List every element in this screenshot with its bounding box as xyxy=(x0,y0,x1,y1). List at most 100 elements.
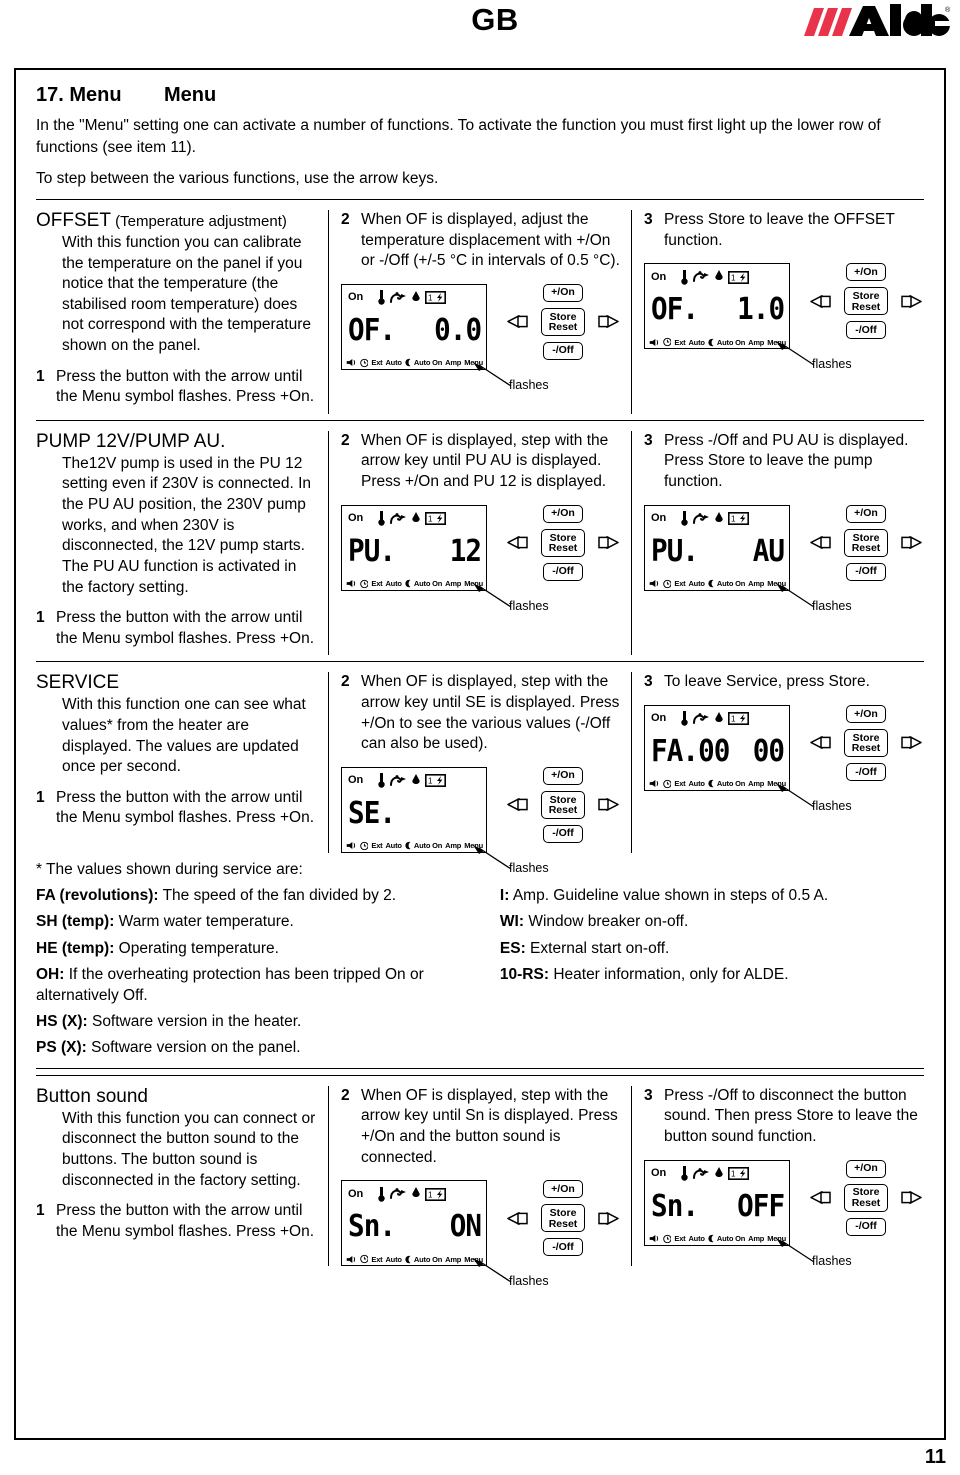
plus-on-button[interactable]: +/On xyxy=(846,504,886,523)
battery-icon: 1 xyxy=(425,512,447,526)
plus-on-button[interactable]: +/On xyxy=(543,766,583,785)
arrow-right-button[interactable] xyxy=(890,289,932,314)
value-code: 10-RS: xyxy=(499,965,550,983)
plus-on-button[interactable]: +/On xyxy=(543,283,583,302)
minus-off-button[interactable]: -/Off xyxy=(846,562,886,581)
minus-off-button[interactable]: -/Off xyxy=(543,562,583,581)
section-offset-column-3: 3 Press Store to leave the OFFSET functi… xyxy=(631,210,932,414)
lcd-status-row: On 1 xyxy=(342,1181,486,1203)
intro-block: 17. Menu Menu In the "Menu" setting one … xyxy=(16,70,944,190)
flame-icon xyxy=(412,511,421,522)
step-text: Press -/Off to disconnect the button sou… xyxy=(664,1086,918,1145)
value-text: If the overheating protection has been t… xyxy=(36,965,424,1004)
page-title: 17. Menu Menu xyxy=(36,84,924,107)
step-number: 3 xyxy=(644,673,653,691)
arrow-right-button[interactable] xyxy=(587,309,629,334)
store-reset-button[interactable]: Store Reset xyxy=(541,1204,585,1233)
arrow-left-button[interactable] xyxy=(800,289,842,314)
arrow-right-icon xyxy=(598,798,619,812)
minus-off-button[interactable]: -/Off xyxy=(846,1217,886,1236)
store-reset-button[interactable]: Store Reset xyxy=(844,528,888,557)
plus-on-button[interactable]: +/On xyxy=(846,1159,886,1178)
lcd-left-value: FA.00 xyxy=(651,733,730,769)
arrow-right-button[interactable] xyxy=(587,1206,629,1231)
step-text: When OF is displayed, step with the arro… xyxy=(361,431,609,491)
lcd-icon-row: 1 xyxy=(680,269,750,285)
section-service-description: With this function one can see what valu… xyxy=(62,696,306,776)
lcd-icon-row: 1 xyxy=(377,773,447,788)
lcd-right-value: AU xyxy=(752,533,785,569)
arrow-left-icon xyxy=(507,315,528,329)
store-reset-button[interactable]: Store Reset xyxy=(541,307,585,336)
minus-off-button[interactable]: -/Off xyxy=(846,762,886,781)
store-reset-button[interactable]: Store Reset xyxy=(541,790,585,819)
store-reset-button[interactable]: Store Reset xyxy=(541,528,585,557)
arrow-left-button[interactable] xyxy=(497,309,539,334)
plus-on-button[interactable]: +/On xyxy=(543,1180,583,1199)
plus-on-button[interactable]: +/On xyxy=(846,704,886,723)
store-label: Store Reset xyxy=(548,310,578,334)
keypad-illustration: +/On Store Reset -/Off xyxy=(800,1159,932,1244)
content-frame: 17. Menu Menu In the "Menu" setting one … xyxy=(14,68,946,1440)
lcd-indicator-row: Ext Auto Auto On Amp Menu xyxy=(645,1234,789,1244)
thermometer-icon xyxy=(681,511,688,526)
lcd-left-value: PU. xyxy=(651,533,699,569)
arrow-right-button[interactable] xyxy=(890,1185,932,1210)
arrow-left-icon xyxy=(507,536,528,550)
arrow-left-button[interactable] xyxy=(800,530,842,555)
value-definition: PS (X): Software version on the panel. xyxy=(36,1037,480,1058)
keypad-illustration: +/On Store Reset -/Off xyxy=(800,504,932,589)
store-label: Store Reset xyxy=(548,793,578,817)
arrow-right-button[interactable] xyxy=(890,530,932,555)
store-label: Store Reset xyxy=(851,1186,881,1209)
moon-icon xyxy=(708,1234,714,1243)
minus-off-button[interactable]: -/Off xyxy=(543,824,583,843)
arrow-left-button[interactable] xyxy=(497,530,539,555)
value-code: PS (X): xyxy=(36,1039,87,1057)
plus-on-button[interactable]: +/On xyxy=(543,504,583,523)
section-offset-step-1: 1 Press the button with the arrow until … xyxy=(36,367,316,408)
arrow-left-button[interactable] xyxy=(800,1185,842,1210)
lcd-on-label: On xyxy=(651,712,667,725)
lcd-indicator-amp: Amp xyxy=(445,1254,462,1264)
arrow-right-icon xyxy=(901,1191,922,1204)
value-code: I: xyxy=(499,887,510,905)
battery-icon: 1 xyxy=(425,291,447,305)
lcd-icon-row: 1 xyxy=(377,290,447,306)
section-offset-column-2: 2 When OF is displayed, adjust the tempe… xyxy=(328,210,631,414)
arrow-right-button[interactable] xyxy=(587,530,629,555)
arrow-left-button[interactable] xyxy=(497,1206,539,1231)
arrow-left-icon xyxy=(810,294,831,308)
section-button-sound-title: Button sound xyxy=(36,1086,316,1108)
arrow-right-button[interactable] xyxy=(587,792,629,817)
minus-off-button[interactable]: -/Off xyxy=(846,321,886,340)
plus-on-button[interactable]: +/On xyxy=(846,263,886,282)
store-reset-button[interactable]: Store Reset xyxy=(844,728,888,757)
section-pump: PUMP 12V/PUMP AU. The12V pump is used in… xyxy=(16,421,944,656)
store-reset-button[interactable]: Store Reset xyxy=(844,1183,888,1212)
flame-icon xyxy=(715,711,724,722)
value-code: FA (revolutions): xyxy=(36,887,159,905)
fan-icon xyxy=(390,291,407,303)
arrow-right-icon xyxy=(901,294,922,308)
keypad-illustration: +/On Store Reset -/Off xyxy=(497,766,629,851)
value-definition: HS (X): Software version in the heater. xyxy=(36,1011,480,1032)
lcd-indicator-amp: Amp xyxy=(445,579,462,589)
fan-icon xyxy=(390,774,407,786)
value-definition: WI: Window breaker on-off. xyxy=(500,911,924,932)
section-title-main: OFFSET xyxy=(36,210,111,231)
minus-off-button[interactable]: -/Off xyxy=(543,1238,583,1257)
section-button-sound-description: With this function you can connect or di… xyxy=(62,1109,316,1189)
battery-icon: 1 xyxy=(728,712,750,726)
arrow-right-icon xyxy=(598,1211,619,1225)
value-code: ES: xyxy=(499,939,526,957)
value-definition: ES: External start on-off. xyxy=(500,938,924,959)
arrow-left-button[interactable] xyxy=(497,792,539,817)
panel-illustration: On 1 SE. Ext Auto Auto On Amp Menu +/On … xyxy=(341,766,629,875)
arrow-right-button[interactable] xyxy=(890,730,932,755)
arrow-left-button[interactable] xyxy=(800,730,842,755)
section-pump-column-1: PUMP 12V/PUMP AU. The12V pump is used in… xyxy=(36,431,328,655)
value-code: SH (temp): xyxy=(36,913,115,931)
store-reset-button[interactable]: Store Reset xyxy=(844,287,888,316)
minus-off-button[interactable]: -/Off xyxy=(543,341,583,360)
